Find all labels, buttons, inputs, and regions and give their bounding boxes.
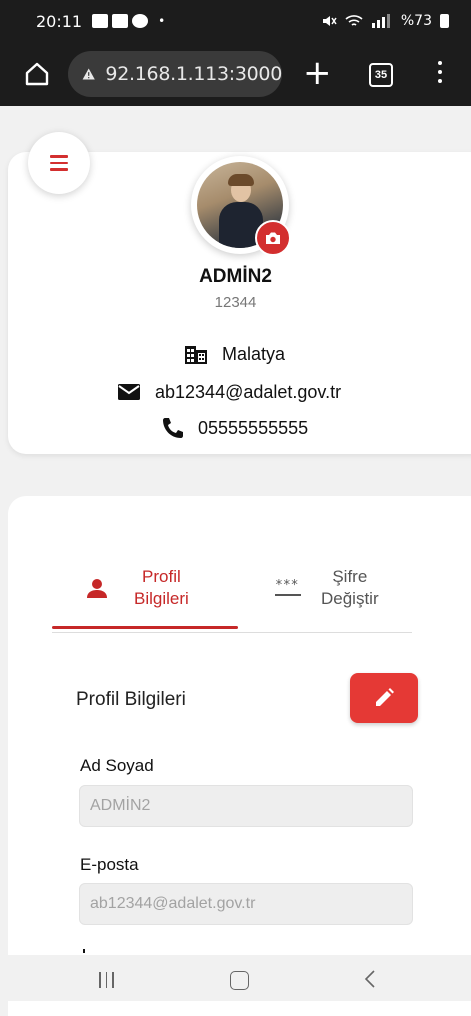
warning-icon[interactable] — [82, 64, 95, 84]
tab-switcher-button[interactable]: 35 — [369, 63, 393, 87]
system-nav-bar — [0, 955, 471, 1001]
new-tab-button[interactable]: + — [303, 56, 332, 90]
building-icon — [185, 346, 207, 364]
wifi-icon — [345, 15, 363, 26]
edit-button[interactable] — [350, 673, 418, 723]
name-field[interactable]: ADMİN2 — [79, 785, 413, 827]
browser-menu-button[interactable] — [437, 61, 443, 88]
home-nav-button[interactable] — [230, 971, 249, 990]
battery-percent: %73 — [400, 13, 432, 29]
change-photo-button[interactable] — [255, 220, 291, 256]
back-icon[interactable] — [364, 969, 376, 989]
name-label: Ad Soyad — [80, 756, 154, 775]
browser-toolbar: 92.168.1.113:3000 + 35 — [0, 42, 471, 106]
url-text[interactable]: 92.168.1.113:3000 — [105, 63, 282, 85]
notification-icons — [92, 14, 149, 28]
tab-change-password[interactable]: *** Şifre Değiştir — [275, 566, 379, 610]
system-icons: %73 — [321, 13, 449, 29]
phone-row: 05555555555 — [160, 417, 308, 439]
home-icon[interactable] — [24, 61, 50, 87]
profile-name: ADMİN2 — [199, 266, 272, 287]
pencil-icon — [376, 688, 394, 706]
mail-icon — [118, 384, 140, 400]
password-icon: *** — [275, 579, 301, 596]
tab-password-label-1: Şifre — [332, 567, 368, 586]
battery-icon — [440, 14, 449, 28]
email-field[interactable]: ab12344@adalet.gov.tr — [79, 883, 413, 925]
camera-icon — [266, 232, 280, 244]
signal-icon — [371, 14, 390, 28]
phone-icon — [163, 418, 183, 438]
status-time: 20:11 — [36, 11, 83, 31]
email-text: ab12344@adalet.gov.tr — [155, 381, 342, 402]
settings-card — [8, 496, 471, 1016]
profile-number: 12344 — [214, 294, 257, 311]
user-icon — [87, 579, 107, 598]
section-title: Profil Bilgileri — [76, 689, 186, 710]
tab-divider — [52, 632, 412, 633]
hamburger-icon — [50, 155, 68, 158]
email-label: E-posta — [80, 855, 139, 874]
mute-icon — [322, 16, 337, 26]
phone-text: 05555555555 — [198, 417, 309, 438]
tab-password-label-2: Değiştir — [321, 589, 379, 608]
next-field-label-fragment — [83, 949, 85, 953]
tab-profile-info[interactable]: Profil Bilgileri — [86, 566, 189, 610]
menu-button[interactable] — [28, 132, 90, 194]
city-text: Malatya — [222, 343, 286, 364]
tab-profile-label-2: Bilgileri — [134, 589, 189, 608]
whatsapp-icon — [132, 14, 149, 28]
gallery-icon — [92, 14, 109, 28]
email-row: ab12344@adalet.gov.tr — [117, 381, 341, 403]
city-row: Malatya — [184, 343, 285, 365]
recent-apps-button[interactable] — [99, 972, 114, 988]
tab-profile-label-1: Profil — [142, 567, 181, 586]
active-tab-indicator — [52, 626, 238, 629]
youtube-icon — [112, 14, 129, 28]
status-bar: 20:11 • %73 — [0, 0, 471, 42]
address-bar[interactable]: 92.168.1.113:3000 — [68, 51, 282, 97]
status-dot: • — [158, 14, 166, 28]
